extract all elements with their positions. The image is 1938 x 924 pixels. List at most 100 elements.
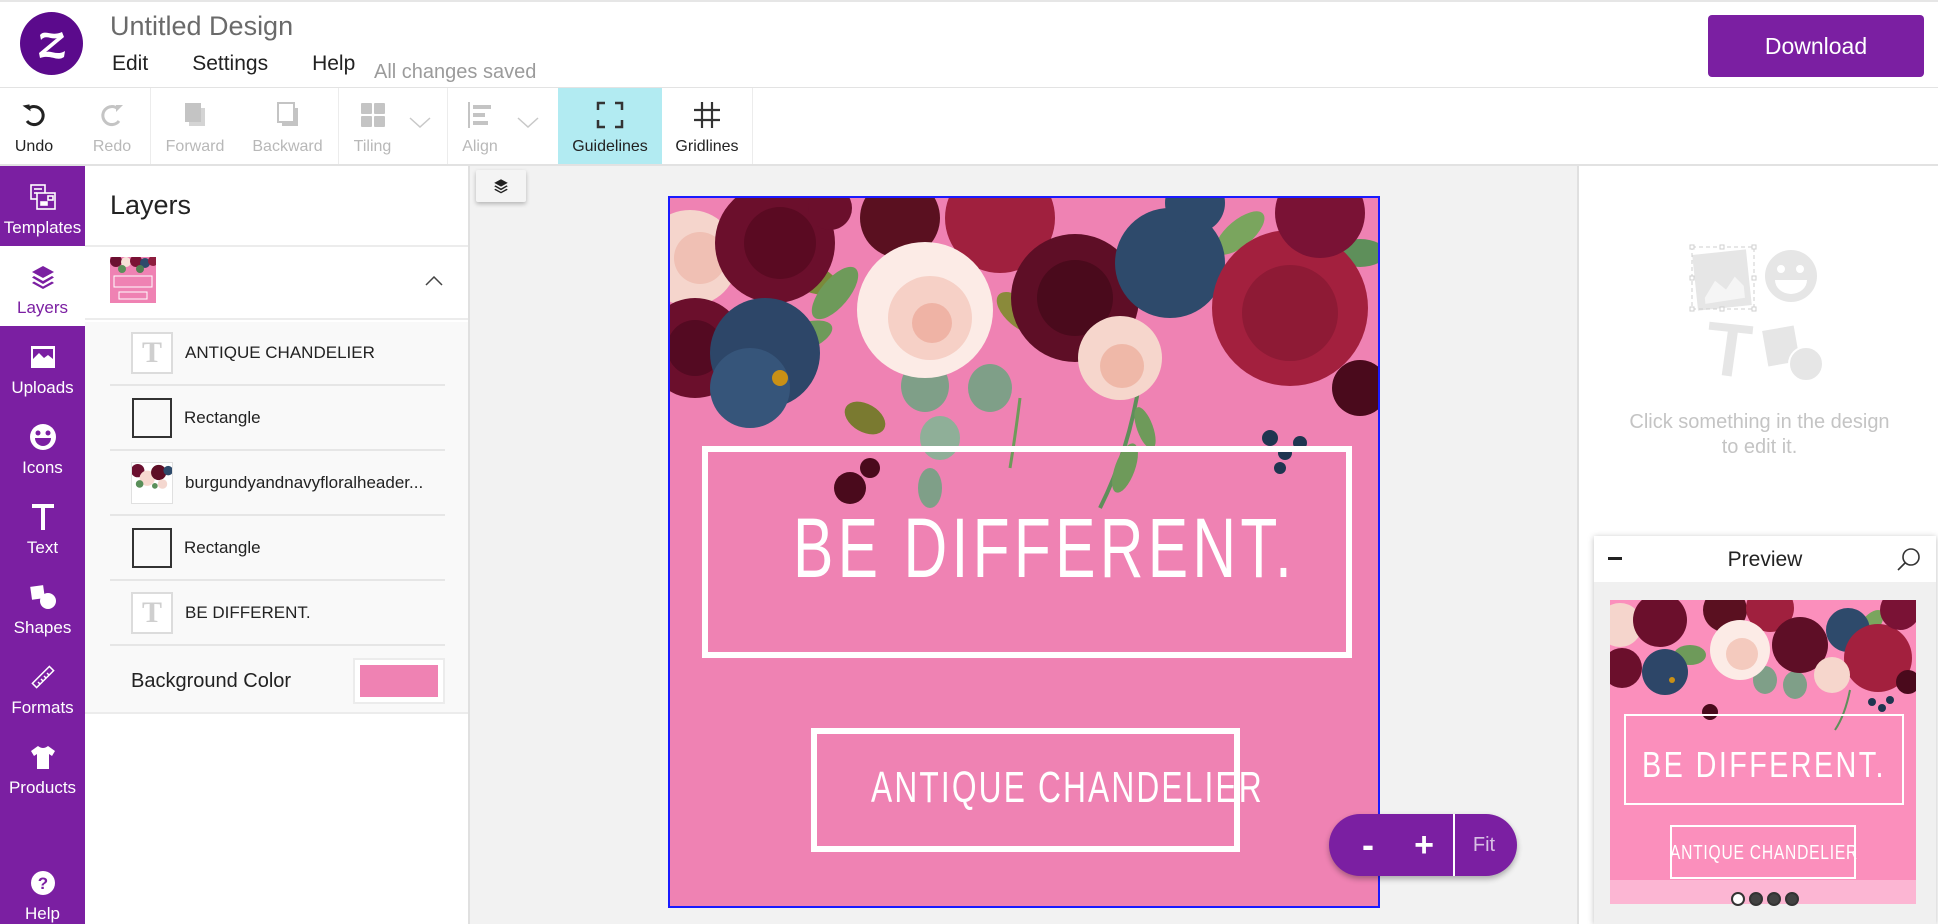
design-title-text[interactable]: BE DIFFERENT. — [793, 500, 1292, 597]
zoom-in-button[interactable]: + — [1399, 814, 1449, 876]
properties-panel: Click something in the design to edit it… — [1577, 166, 1938, 924]
smiley-placeholder-icon — [1765, 250, 1817, 302]
menu-bar: Edit Settings Help — [112, 52, 399, 76]
tiling-icon — [359, 98, 387, 132]
logo[interactable] — [20, 12, 83, 75]
align-button[interactable]: Align — [455, 88, 505, 164]
preview-title: Preview — [1727, 548, 1803, 571]
forward-button[interactable]: Forward — [155, 88, 235, 164]
sidebar-label: Text — [26, 538, 59, 557]
preview-subtitle-text: ANTIQUE CHANDELIER — [1670, 841, 1858, 863]
layers-toggle-button[interactable] — [476, 170, 526, 202]
text-placeholder-icon — [1708, 321, 1754, 377]
design-thumbnail — [110, 257, 156, 303]
gridlines-label: Gridlines — [675, 138, 739, 155]
preview-page-dot[interactable] — [1731, 892, 1745, 906]
zoom-out-button[interactable]: - — [1343, 814, 1393, 876]
sidebar-item-formats[interactable]: Formats — [0, 646, 85, 726]
background-color-row: Background Color — [110, 650, 445, 712]
app-header: Untitled Design Edit Settings Help All c… — [0, 0, 1938, 88]
guidelines-icon — [596, 98, 624, 132]
layer-item-rectangle[interactable]: Rectangle — [110, 517, 445, 581]
layer-item-floral-image[interactable]: burgundyandnavyfloralheader... — [110, 452, 445, 516]
align-label: Align — [462, 138, 498, 155]
align-icon — [466, 98, 494, 132]
layers-title: Layers — [110, 190, 192, 220]
sidebar-label: Layers — [16, 298, 69, 317]
preview-page-dot[interactable] — [1767, 892, 1781, 906]
document-title[interactable]: Untitled Design — [110, 11, 293, 42]
text-icon — [29, 500, 57, 534]
sidebar-label: Icons — [22, 458, 63, 477]
undo-button[interactable]: Undo — [0, 88, 68, 164]
background-color-swatch[interactable] — [353, 658, 445, 704]
undo-label: Undo — [14, 138, 54, 155]
templates-icon — [29, 180, 57, 214]
collapse-chevron-icon[interactable] — [425, 273, 443, 291]
preview-header: Preview — [1594, 536, 1936, 582]
align-dropdown-icon[interactable] — [516, 116, 540, 135]
rectangle-layer-icon — [132, 528, 172, 568]
download-button[interactable]: Download — [1708, 15, 1924, 77]
rectangle-layer-icon — [132, 398, 172, 438]
zoom-fit-button[interactable]: Fit — [1455, 814, 1513, 876]
left-sidebar: Templates Layers Uploads Icons Text Shap… — [0, 166, 85, 924]
menu-edit[interactable]: Edit — [112, 52, 148, 76]
design-canvas[interactable]: BE DIFFERENT. ANTIQUE CHANDELIER — [668, 196, 1380, 908]
toolbar: Undo Redo Forward Backward Tiling Align — [0, 88, 1938, 166]
sidebar-item-text[interactable]: Text — [0, 486, 85, 566]
sidebar-item-uploads[interactable]: Uploads — [0, 326, 85, 406]
sidebar-item-help[interactable]: ? Help — [0, 856, 85, 924]
toolbar-divider — [338, 88, 339, 164]
image-layer-thumbnail — [131, 462, 173, 504]
ruler-icon — [29, 660, 57, 694]
menu-help[interactable]: Help — [312, 52, 355, 76]
layer-label: BE DIFFERENT. — [185, 603, 311, 622]
preview-page-dot[interactable] — [1785, 892, 1799, 906]
magnify-icon[interactable] — [1896, 546, 1922, 577]
text-layer-icon: T — [131, 332, 173, 374]
sidebar-label: Formats — [11, 698, 74, 717]
toolbar-divider — [752, 88, 753, 164]
layer-item-rectangle[interactable]: Rectangle — [110, 387, 445, 451]
design-subtitle-text[interactable]: ANTIQUE CHANDELIER — [871, 763, 1262, 813]
layer-item-antique-chandelier[interactable]: T ANTIQUE CHANDELIER — [110, 322, 445, 386]
sidebar-item-icons[interactable]: Icons — [0, 406, 85, 486]
help-icon: ? — [30, 866, 56, 900]
backward-label: Backward — [252, 138, 323, 155]
sidebar-label: Help — [25, 904, 60, 923]
tiling-dropdown-icon[interactable] — [408, 116, 432, 135]
gridlines-button[interactable]: Gridlines — [662, 88, 752, 164]
tiling-button[interactable]: Tiling — [345, 88, 400, 164]
send-backward-icon — [274, 98, 302, 132]
layer-group-row[interactable] — [85, 247, 468, 320]
preview-page-dot[interactable] — [1749, 892, 1763, 906]
image-icon — [29, 340, 57, 374]
sidebar-item-templates[interactable]: Templates — [0, 166, 85, 246]
layer-label: Rectangle — [184, 538, 261, 557]
canvas-area: BE DIFFERENT. ANTIQUE CHANDELIER - + Fit — [470, 166, 1577, 924]
sidebar-item-products[interactable]: Products — [0, 726, 85, 806]
shapes-icon — [29, 580, 57, 614]
empty-state-message: Click something in the design to edit it… — [1579, 410, 1938, 460]
smiley-icon — [29, 420, 57, 454]
text-layer-icon: T — [131, 592, 173, 634]
guidelines-label: Guidelines — [572, 138, 648, 155]
redo-label: Redo — [92, 138, 132, 155]
tiling-label: Tiling — [353, 138, 392, 155]
layer-item-be-different[interactable]: T BE DIFFERENT. — [110, 582, 445, 646]
backward-button[interactable]: Backward — [245, 88, 330, 164]
shapes-placeholder-icon — [1762, 325, 1824, 382]
bring-forward-icon — [181, 98, 209, 132]
guidelines-button[interactable]: Guidelines — [558, 88, 662, 164]
menu-settings[interactable]: Settings — [192, 52, 268, 76]
toolbar-divider — [150, 88, 151, 164]
layer-label: burgundyandnavyfloralheader... — [185, 473, 424, 492]
sidebar-label: Templates — [3, 218, 82, 237]
undo-icon — [20, 98, 48, 132]
layers-panel: Layers T ANTIQUE CHANDELIER Rectangle bu… — [85, 166, 470, 924]
sidebar-item-shapes[interactable]: Shapes — [0, 566, 85, 646]
sidebar-item-layers[interactable]: Layers — [0, 246, 85, 326]
redo-button[interactable]: Redo — [78, 88, 146, 164]
preview-image[interactable]: BE DIFFERENT. ANTIQUE CHANDELIER — [1610, 600, 1916, 904]
